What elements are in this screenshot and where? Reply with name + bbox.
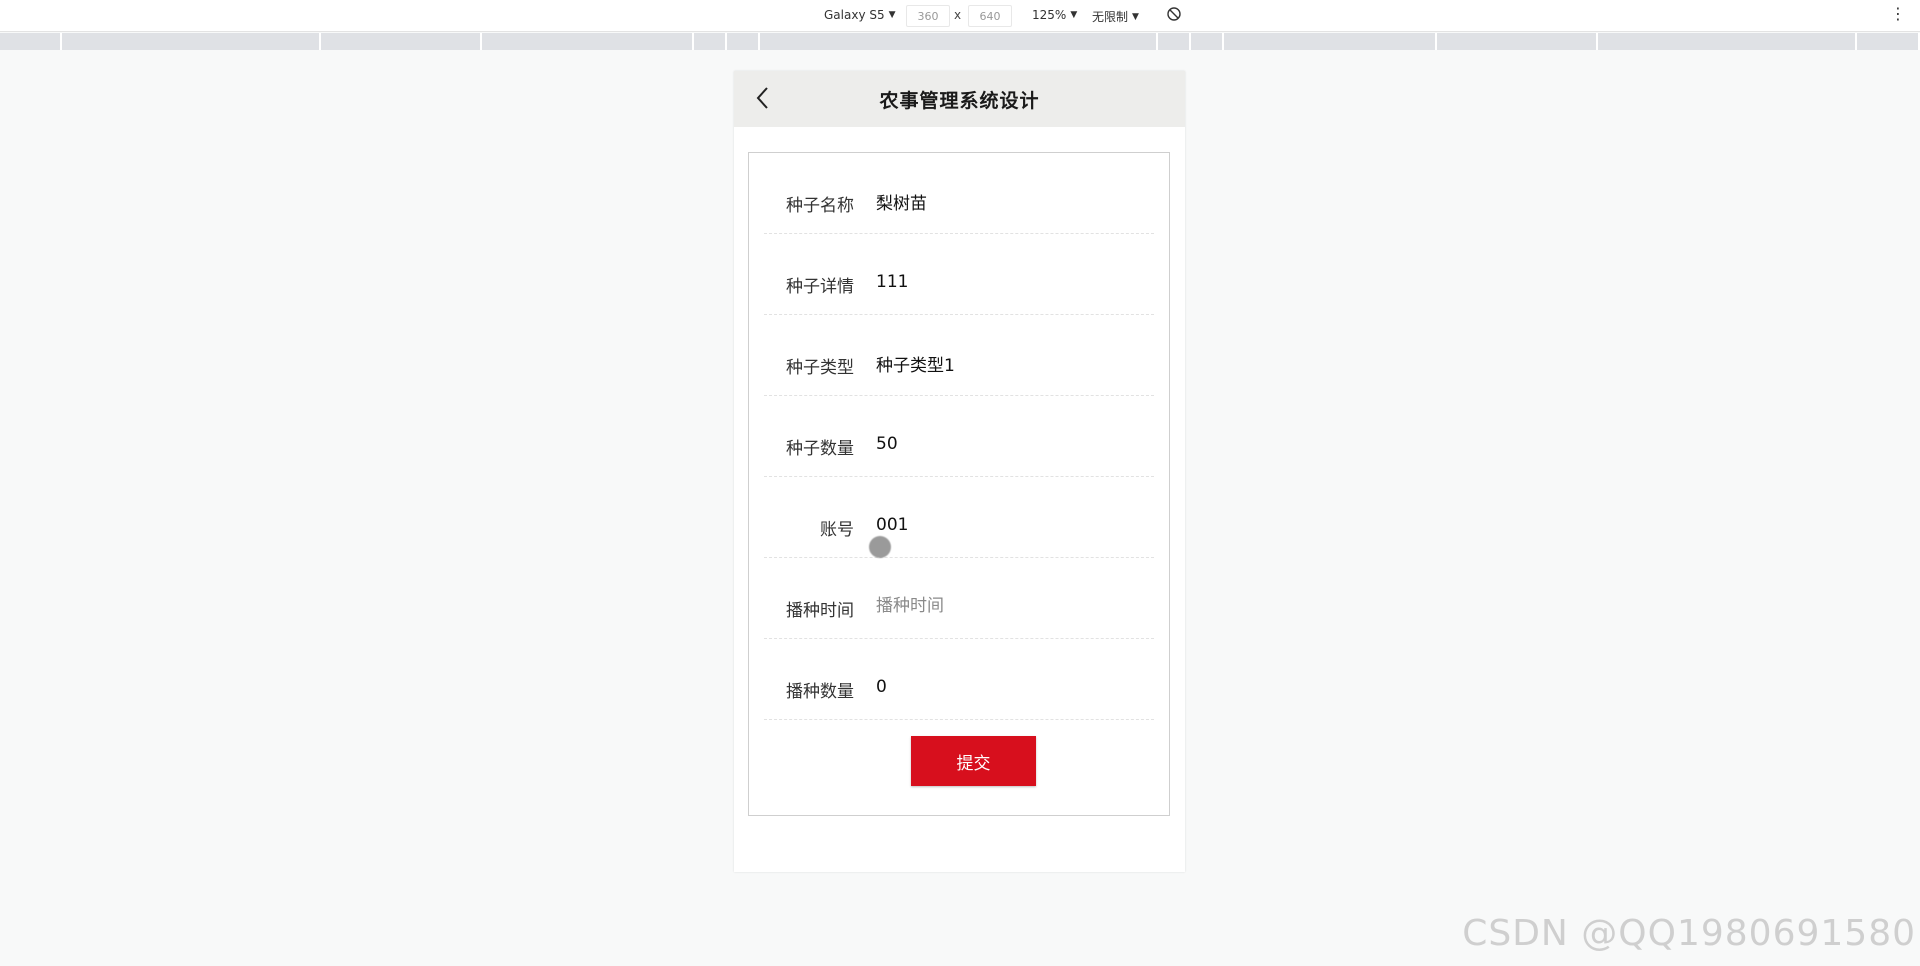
- media-query-segment[interactable]: [321, 33, 482, 50]
- caret-down-icon: ▼: [888, 10, 896, 20]
- media-query-segment[interactable]: [1191, 33, 1224, 50]
- caret-down-icon: ▼: [1070, 10, 1078, 20]
- form-label: 账号: [820, 520, 854, 540]
- rotate-icon[interactable]: [1166, 6, 1182, 22]
- more-options-icon[interactable]: ⋮: [1890, 4, 1907, 23]
- touch-cursor: [869, 536, 891, 558]
- form-label: 种子名称: [786, 196, 854, 216]
- media-query-segment[interactable]: [727, 33, 760, 50]
- media-query-bar: [0, 33, 1920, 50]
- throttle-selector[interactable]: 无限制 ▼: [1092, 8, 1139, 25]
- form-row-sowing-quantity: 播种数量: [764, 639, 1154, 720]
- media-query-segment[interactable]: [760, 33, 1158, 50]
- form-row-sowing-time: 播种时间: [764, 558, 1154, 639]
- media-query-segment[interactable]: [1224, 33, 1437, 50]
- account-input[interactable]: [876, 511, 1136, 539]
- page-title: 农事管理系统设计: [879, 90, 1040, 112]
- form-row-seed-type: 种子类型: [764, 315, 1154, 396]
- viewport-width-input[interactable]: 360: [906, 5, 950, 27]
- seed-form: 种子名称 种子详情 种子类型 种子数量 账号 播种时间 播种数量 提交: [748, 152, 1170, 816]
- media-query-segment[interactable]: [1857, 33, 1920, 50]
- viewport-height-input[interactable]: 640: [968, 5, 1012, 27]
- devtools-toolbar: Galaxy S5 ▼ 360 x 640 125% ▼ 无限制 ▼ ⋮: [0, 0, 1920, 32]
- sowing-quantity-input[interactable]: [876, 673, 1136, 701]
- dimension-separator: x: [954, 8, 962, 22]
- form-label: 种子详情: [786, 277, 854, 297]
- device-name: Galaxy S5: [824, 8, 885, 22]
- media-query-segment[interactable]: [694, 33, 727, 50]
- seed-quantity-input[interactable]: [876, 430, 1136, 458]
- seed-type-input[interactable]: [876, 349, 1136, 377]
- throttle-label: 无限制: [1092, 10, 1129, 24]
- zoom-selector[interactable]: 125% ▼: [1032, 8, 1077, 22]
- form-row-seed-detail: 种子详情: [764, 234, 1154, 315]
- watermark: CSDN @QQ1980691580: [1462, 913, 1916, 954]
- sowing-time-input[interactable]: [876, 592, 1136, 620]
- seed-name-input[interactable]: [876, 187, 1136, 215]
- seed-detail-input[interactable]: [876, 268, 1136, 296]
- media-query-segment[interactable]: [482, 33, 694, 50]
- media-query-segment[interactable]: [1158, 33, 1191, 50]
- submit-button[interactable]: 提交: [911, 736, 1036, 786]
- form-row-seed-quantity: 种子数量: [764, 396, 1154, 477]
- device-selector[interactable]: Galaxy S5 ▼: [824, 8, 896, 22]
- zoom-level: 125%: [1032, 8, 1067, 22]
- form-row-seed-name: 种子名称: [764, 153, 1154, 234]
- media-query-segment[interactable]: [1598, 33, 1857, 50]
- form-label: 种子数量: [786, 439, 854, 459]
- phone-viewport: 农事管理系统设计 种子名称 种子详情 种子类型 种子数量 账号 播种时间 播种数…: [734, 71, 1185, 872]
- media-query-segment[interactable]: [62, 33, 321, 50]
- media-query-segment[interactable]: [1437, 33, 1598, 50]
- form-row-account: 账号: [764, 477, 1154, 558]
- caret-down-icon: ▼: [1132, 11, 1139, 22]
- form-label: 播种时间: [786, 601, 854, 621]
- form-label: 种子类型: [786, 358, 854, 378]
- media-query-segment[interactable]: [0, 33, 62, 50]
- form-label: 播种数量: [786, 682, 854, 702]
- app-header: 农事管理系统设计: [734, 71, 1185, 127]
